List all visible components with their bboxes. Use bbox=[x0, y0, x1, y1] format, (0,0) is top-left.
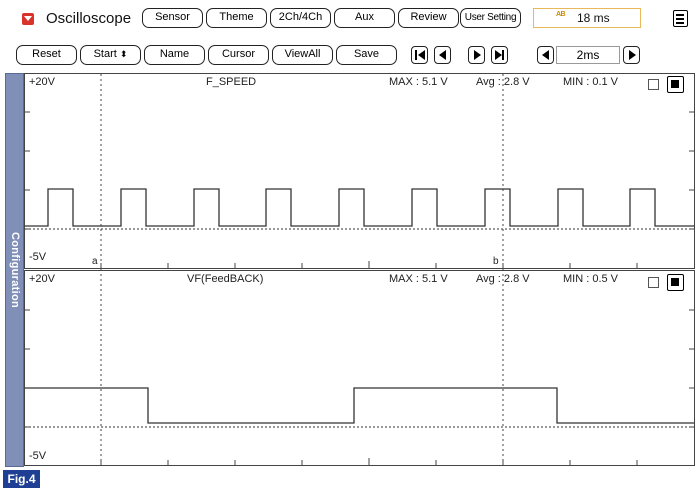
updown-icon: ⬍ bbox=[119, 49, 128, 59]
save-button[interactable]: Save bbox=[336, 45, 397, 65]
cursor-a-label[interactable]: a bbox=[92, 256, 98, 267]
timebase-increase-button[interactable] bbox=[623, 46, 640, 64]
tab-user-setting[interactable]: User Setting bbox=[460, 8, 521, 28]
tab-aux[interactable]: Aux bbox=[334, 8, 395, 28]
figure-label: Fig.4 bbox=[3, 470, 40, 488]
channel-2-max: MAX : 5.1 V bbox=[389, 273, 448, 285]
channel-1-checkbox[interactable] bbox=[648, 79, 659, 90]
channel-1-bottom-scale: -5V bbox=[29, 251, 47, 263]
channel-1-top-scale: +20V bbox=[29, 76, 55, 88]
cursor-b-label[interactable]: b bbox=[493, 256, 499, 267]
channel-1-toggle[interactable] bbox=[667, 76, 684, 93]
prev-icon bbox=[439, 50, 446, 60]
channel-2-name: VF(FeedBACK) bbox=[187, 273, 264, 285]
scope-display[interactable] bbox=[24, 73, 695, 467]
skip-last-button[interactable] bbox=[491, 46, 508, 64]
name-button[interactable]: Name bbox=[144, 45, 205, 65]
channel-1-frame bbox=[24, 73, 695, 269]
left-arrow-icon bbox=[542, 50, 549, 60]
channel-1-min: MIN : 0.1 V bbox=[563, 76, 619, 88]
app-title: Oscilloscope bbox=[46, 10, 132, 27]
time-icon: AB bbox=[556, 11, 566, 18]
start-label: Start bbox=[93, 48, 117, 60]
start-button[interactable]: Start ⬍ bbox=[80, 45, 141, 65]
time-value: 18 ms bbox=[577, 11, 610, 25]
window-menu-icon[interactable] bbox=[673, 10, 688, 27]
channel-1-avg: Avg : 2.8 V bbox=[476, 76, 530, 88]
next-icon bbox=[474, 50, 481, 60]
channel-2-avg: Avg : 2.8 V bbox=[476, 273, 530, 285]
tab-2ch-4ch[interactable]: 2Ch/4Ch bbox=[270, 8, 331, 28]
timebase-value: 2ms bbox=[556, 46, 620, 64]
channel-2-frame bbox=[24, 270, 695, 466]
sidebar-label: Configuration bbox=[8, 232, 21, 308]
next-button[interactable] bbox=[468, 46, 485, 64]
tab-review[interactable]: Review bbox=[398, 8, 459, 28]
tab-sensor[interactable]: Sensor bbox=[142, 8, 203, 28]
channel-2-top-scale: +20V bbox=[29, 273, 55, 285]
channel-1-name: F_SPEED bbox=[206, 76, 257, 88]
viewall-button[interactable]: ViewAll bbox=[272, 45, 333, 65]
cursor-button[interactable]: Cursor bbox=[208, 45, 269, 65]
timebase-decrease-button[interactable] bbox=[537, 46, 554, 64]
channel-2-min: MIN : 0.5 V bbox=[563, 273, 619, 285]
reset-button[interactable]: Reset bbox=[16, 45, 77, 65]
configuration-sidebar[interactable]: Configuration bbox=[5, 73, 24, 467]
channel-2-bottom-scale: -5V bbox=[29, 450, 47, 462]
tab-theme[interactable]: Theme bbox=[206, 8, 267, 28]
channel-2-checkbox[interactable] bbox=[648, 277, 659, 288]
time-badge: AB 18 ms bbox=[533, 8, 641, 28]
prev-button[interactable] bbox=[434, 46, 451, 64]
channel-1-max: MAX : 5.1 V bbox=[389, 76, 448, 88]
skip-first-button[interactable] bbox=[411, 46, 428, 64]
skip-last-icon bbox=[502, 50, 504, 60]
app-menu-icon[interactable] bbox=[22, 13, 34, 25]
channel-2-toggle[interactable] bbox=[667, 274, 684, 291]
right-arrow-icon bbox=[629, 50, 636, 60]
skip-first-icon bbox=[415, 50, 417, 60]
